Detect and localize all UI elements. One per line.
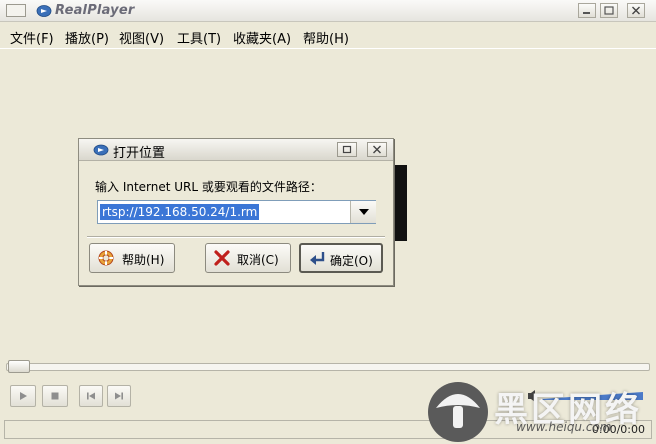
open-location-dialog: 打开位置 输入 Internet URL 或要观看的文件路径： rtsp://1… bbox=[78, 138, 394, 286]
stop-button[interactable] bbox=[42, 385, 68, 407]
seek-thumb[interactable] bbox=[8, 360, 30, 373]
dialog-separator bbox=[87, 236, 385, 238]
previous-button[interactable] bbox=[79, 385, 103, 407]
lifebuoy-icon bbox=[98, 250, 114, 266]
menu-tools[interactable]: 工具(T) bbox=[177, 28, 221, 47]
ok-button[interactable]: 确定(O) bbox=[299, 243, 383, 273]
minimize-icon bbox=[583, 12, 590, 14]
menu-help[interactable]: 帮助(H) bbox=[303, 28, 349, 47]
system-menu-button[interactable] bbox=[6, 4, 26, 17]
maximize-button[interactable] bbox=[600, 3, 618, 18]
close-icon bbox=[632, 6, 640, 15]
watermark-url: www.heiqu.com bbox=[516, 420, 612, 434]
help-button[interactable]: 帮助(H) bbox=[89, 243, 175, 273]
dialog-title-bar: 打开位置 bbox=[79, 139, 393, 161]
dialog-title: 打开位置 bbox=[113, 146, 166, 161]
chevron-down-icon bbox=[359, 209, 369, 215]
menu-view[interactable]: 视图(V) bbox=[119, 28, 164, 47]
ok-button-label: 确定(O) bbox=[330, 254, 373, 268]
next-icon bbox=[115, 392, 123, 400]
menu-bar: 文件(F) 播放(P) 视图(V) 工具(T) 收藏夹(A) 帮助(H) bbox=[0, 24, 656, 48]
menu-favorites[interactable]: 收藏夹(A) bbox=[233, 28, 291, 47]
dialog-prompt: 输入 Internet URL 或要观看的文件路径： bbox=[95, 180, 322, 194]
play-button[interactable] bbox=[10, 385, 36, 407]
close-icon bbox=[373, 145, 381, 154]
dialog-close-button[interactable] bbox=[367, 142, 387, 157]
window-title: RealPlayer bbox=[55, 3, 135, 18]
previous-icon bbox=[87, 392, 95, 400]
title-bar: RealPlayer bbox=[0, 0, 656, 22]
seek-bar[interactable] bbox=[6, 363, 650, 371]
close-button[interactable] bbox=[627, 3, 645, 18]
watermark: 黑区网络 www.heiqu.com bbox=[420, 376, 656, 444]
url-combobox[interactable]: rtsp://192.168.50.24/1.rm bbox=[97, 200, 376, 224]
maximize-icon bbox=[342, 145, 352, 154]
cancel-button[interactable]: 取消(C) bbox=[205, 243, 291, 273]
maximize-icon bbox=[604, 6, 614, 15]
stop-icon bbox=[51, 392, 59, 400]
background-panel bbox=[393, 165, 407, 241]
minimize-button[interactable] bbox=[578, 3, 596, 18]
url-dropdown-button[interactable] bbox=[350, 201, 376, 223]
realplayer-logo-icon bbox=[93, 144, 109, 156]
dialog-maximize-button[interactable] bbox=[337, 142, 357, 157]
enter-arrow-icon bbox=[310, 252, 325, 265]
red-x-icon bbox=[214, 250, 230, 266]
menu-file[interactable]: 文件(F) bbox=[10, 28, 54, 47]
realplayer-logo-icon bbox=[36, 5, 52, 17]
cancel-button-label: 取消(C) bbox=[237, 253, 279, 267]
play-icon bbox=[20, 392, 27, 400]
realplayer-window: RealPlayer 文件(F) 播放(P) 视图(V) 工具(T) 收藏夹(A… bbox=[0, 0, 656, 444]
url-input[interactable]: rtsp://192.168.50.24/1.rm bbox=[100, 204, 260, 220]
menu-play[interactable]: 播放(P) bbox=[65, 28, 109, 47]
next-button[interactable] bbox=[107, 385, 131, 407]
mushroom-logo-icon bbox=[428, 382, 488, 442]
help-button-label: 帮助(H) bbox=[122, 253, 165, 267]
